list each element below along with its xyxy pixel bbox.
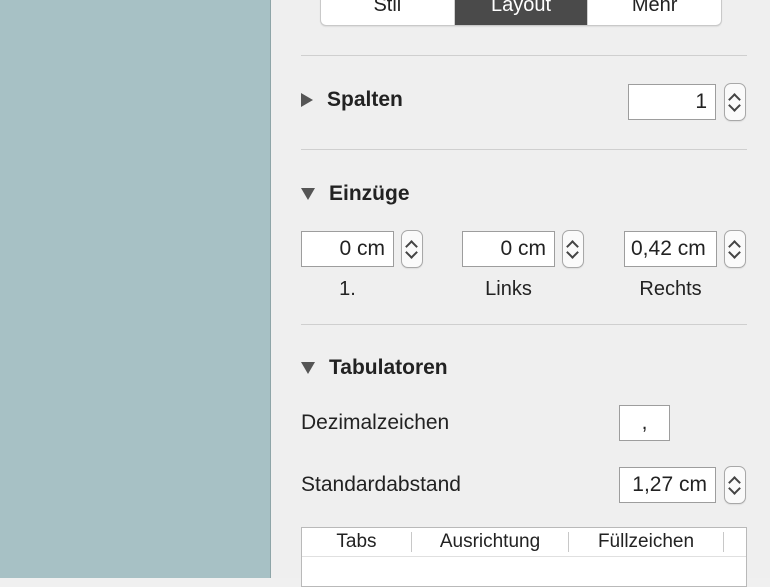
tabs-table[interactable]: Tabs Ausrichtung Füllzeichen (301, 527, 747, 587)
standardabstand-label: Standardabstand (301, 473, 461, 496)
disclosure-triangle-expanded-icon (301, 362, 315, 374)
document-canvas[interactable] (0, 0, 271, 578)
einzug-erste-zeile-field[interactable]: 0 cm (301, 231, 394, 267)
einzug-erste-zeile-label: 1. (339, 278, 356, 300)
einzug-links-label: Links (485, 278, 532, 300)
disclosure-triangle-expanded-icon (301, 188, 315, 200)
tab-stil[interactable]: Stil (321, 0, 455, 25)
standardabstand-field[interactable]: 1,27 cm (619, 467, 716, 503)
einzuege-title: Einzüge (329, 182, 410, 205)
spalten-disclosure[interactable]: Spalten (301, 88, 403, 112)
einzug-rechts-label: Rechts (639, 278, 702, 300)
tabulatoren-disclosure[interactable]: Tabulatoren (301, 356, 448, 380)
format-inspector-panel: Stil Layout Mehr Spalten 1 Einzüge 0 cm … (271, 0, 770, 587)
inspector-tab-control: Stil Layout Mehr (320, 0, 722, 26)
divider (301, 55, 747, 56)
column-header-ausrichtung[interactable]: Ausrichtung (412, 531, 569, 552)
tabulatoren-title: Tabulatoren (329, 356, 448, 379)
tab-mehr[interactable]: Mehr (588, 0, 721, 25)
einzug-links-field[interactable]: 0 cm (462, 231, 555, 267)
spalten-title: Spalten (327, 88, 403, 111)
tabs-table-header: Tabs Ausrichtung Füllzeichen (302, 528, 746, 557)
divider (301, 324, 747, 325)
column-header-fuellzeichen[interactable]: Füllzeichen (569, 531, 724, 552)
tab-layout[interactable]: Layout (454, 0, 589, 25)
column-header-tabs[interactable]: Tabs (302, 531, 412, 552)
divider (301, 149, 747, 150)
column-header-empty (724, 532, 746, 552)
einzug-links-stepper[interactable] (562, 230, 584, 268)
standardabstand-stepper[interactable] (724, 466, 746, 504)
disclosure-triangle-collapsed-icon (301, 93, 313, 107)
spalten-stepper[interactable] (724, 83, 746, 121)
einzug-rechts-stepper[interactable] (724, 230, 746, 268)
einzug-rechts-field[interactable]: 0,42 cm (624, 231, 717, 267)
spalten-count-field[interactable]: 1 (628, 84, 716, 120)
einzuege-disclosure[interactable]: Einzüge (301, 182, 410, 206)
dezimalzeichen-label: Dezimalzeichen (301, 411, 450, 434)
einzug-erste-zeile-stepper[interactable] (401, 230, 423, 268)
dezimalzeichen-field[interactable]: , (619, 405, 670, 441)
